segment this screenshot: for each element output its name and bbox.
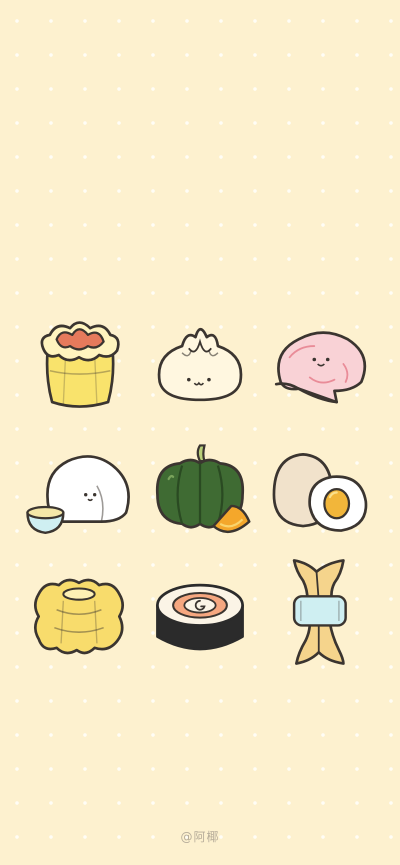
corn-cake-icon — [33, 578, 124, 655]
fried-dough-icon — [293, 559, 348, 665]
sushi-roll-icon — [156, 583, 244, 651]
eggs-illustration — [261, 426, 382, 550]
rice-noodle-roll-icon — [25, 455, 130, 535]
dim-sum-illustration-grid — [18, 302, 382, 674]
fried-dough-illustration — [261, 550, 382, 674]
wallpaper-background: @阿椰 — [0, 0, 400, 865]
sushi-roll-illustration — [139, 550, 260, 674]
pumpkin-illustration — [139, 426, 260, 550]
steamed-bun-illustration — [139, 302, 260, 426]
pumpkin-icon — [155, 444, 251, 533]
pink-bun-illustration — [261, 302, 382, 426]
shumai-icon — [40, 321, 120, 408]
corn-cake-illustration — [18, 550, 139, 674]
author-credit: @阿椰 — [180, 830, 220, 844]
steamed-bun-icon — [157, 327, 243, 402]
shumai-illustration — [18, 302, 139, 426]
eggs-icon — [272, 453, 368, 532]
pink-bun-icon — [275, 331, 367, 404]
rice-noodle-roll-illustration — [18, 426, 139, 550]
